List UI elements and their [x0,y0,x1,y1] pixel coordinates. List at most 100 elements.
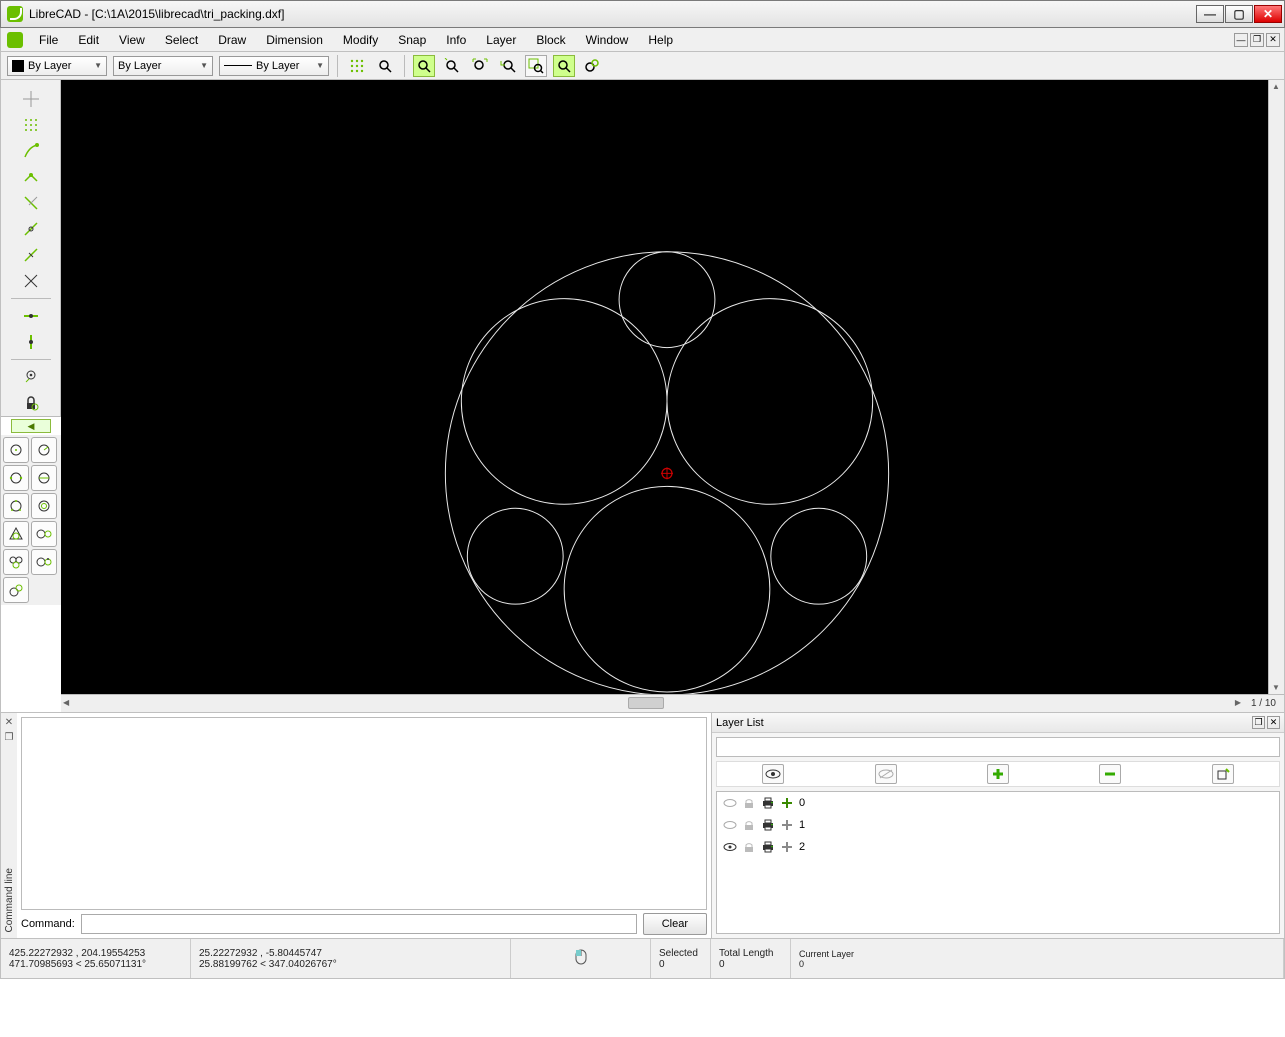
layer-row[interactable]: 0 [717,792,1279,814]
layer-show-all-icon[interactable] [762,764,784,784]
zoom-in-icon[interactable] [413,55,435,77]
set-relative-zero-icon[interactable] [17,364,45,390]
zoom-auto-icon[interactable] [374,55,396,77]
color-combo[interactable]: By Layer ▼ [7,56,107,76]
layer-name: 1 [799,819,805,831]
restrict-vertical-icon[interactable] [17,329,45,355]
menu-file[interactable]: File [29,30,68,50]
circle-center-point-icon[interactable] [3,437,29,463]
menu-modify[interactable]: Modify [333,30,388,50]
menu-draw[interactable]: Draw [208,30,256,50]
maximize-button[interactable]: ▢ [1225,5,1253,23]
drawing-svg [61,80,1268,694]
snap-center-icon[interactable] [17,190,45,216]
menu-edit[interactable]: Edit [68,30,109,50]
menu-info[interactable]: Info [436,30,476,50]
visibility-icon[interactable] [723,796,737,810]
layer-remove-icon[interactable] [1099,764,1121,784]
menu-select[interactable]: Select [155,30,208,50]
command-input[interactable] [81,914,637,934]
menu-snap[interactable]: Snap [388,30,436,50]
linetype-combo[interactable]: By Layer ▼ [219,56,329,76]
snap-on-entity-icon[interactable] [17,164,45,190]
clear-button[interactable]: Clear [643,913,707,935]
zoom-window-icon[interactable] [525,55,547,77]
main-region: ◀ 1 / 10 [0,80,1285,713]
linewidth-combo[interactable]: By Layer ▼ [113,56,213,76]
visibility-icon[interactable] [723,818,737,832]
layer-filter-input[interactable] [716,737,1280,757]
minimize-button[interactable]: — [1196,5,1224,23]
layer-edit-icon[interactable] [1212,764,1234,784]
circle-tan3-icon[interactable] [3,549,29,575]
menu-window[interactable]: Window [576,30,639,50]
layer-panel: Layer List ❐ ✕ 0 [712,713,1284,938]
lock-icon[interactable] [742,818,756,832]
menu-view[interactable]: View [109,30,155,50]
lower-panels: ✕ ❐ Command line Command: Clear Layer Li… [0,713,1285,939]
mdi-restore-button[interactable]: ❐ [1250,33,1264,47]
snap-free-icon[interactable] [17,86,45,112]
construction-icon[interactable] [780,796,794,810]
layer-hide-all-icon[interactable] [875,764,897,784]
layer-buttons [716,761,1280,787]
layer-row[interactable]: 1 [717,814,1279,836]
print-icon[interactable] [761,796,775,810]
snap-grid-icon[interactable] [17,112,45,138]
circle-2point-radius-icon[interactable] [31,465,57,491]
circle-concentric-icon[interactable] [31,493,57,519]
app-menu-icon[interactable] [7,32,23,48]
lock-relative-zero-icon[interactable] [17,390,45,416]
mdi-close-button[interactable]: ✕ [1266,33,1280,47]
drawing-canvas[interactable] [61,80,1268,694]
close-button[interactable]: ✕ [1254,5,1282,23]
print-icon[interactable] [761,818,775,832]
menu-help[interactable]: Help [638,30,683,50]
menu-layer[interactable]: Layer [476,30,526,50]
snap-dist-icon[interactable] [17,242,45,268]
horizontal-scrollbar[interactable] [61,696,1243,712]
circle-inscribed-icon[interactable] [3,521,29,547]
construction-icon[interactable] [780,818,794,832]
zoom-out-icon[interactable] [441,55,463,77]
status-current-layer-label: Current Layer [799,949,1275,959]
command-output[interactable] [21,717,707,910]
menu-dimension[interactable]: Dimension [256,30,333,50]
circle-tan1-2p-icon[interactable] [3,577,29,603]
mdi-minimize-button[interactable]: — [1234,33,1248,47]
layer-list[interactable]: 0 1 2 [716,791,1280,934]
menu-bar: File Edit View Select Draw Dimension Mod… [0,28,1285,52]
construction-icon[interactable] [780,840,794,854]
print-icon[interactable] [761,840,775,854]
status-total-length-label: Total Length [719,948,782,959]
zoom-extents-icon[interactable] [469,55,491,77]
layer-add-icon[interactable] [987,764,1009,784]
circle-tan2-icon[interactable] [31,521,57,547]
zoom-scroll-icon[interactable] [581,55,603,77]
restrict-horizontal-icon[interactable] [17,303,45,329]
scroll-thumb[interactable] [628,697,664,709]
panel-undock-icon[interactable]: ❐ [1252,716,1265,729]
circle-2point-icon[interactable] [3,465,29,491]
panel-close-icon[interactable]: ✕ [1267,716,1280,729]
mdi-controls: — ❐ ✕ [1234,33,1284,47]
circle-center-radius-icon[interactable] [31,437,57,463]
snap-middle-icon[interactable] [17,216,45,242]
panel-close-icon[interactable]: ✕ [5,717,13,728]
menu-block[interactable]: Block [526,30,575,50]
panel-undock-icon[interactable]: ❐ [5,732,14,743]
vertical-scrollbar[interactable] [1268,80,1284,694]
layer-row[interactable]: 2 [717,836,1279,858]
lock-icon[interactable] [742,796,756,810]
visibility-icon[interactable] [723,840,737,854]
zoom-previous-icon[interactable] [497,55,519,77]
lock-icon[interactable] [742,840,756,854]
circle-3point-icon[interactable] [3,493,29,519]
snap-intersection-icon[interactable] [17,268,45,294]
redraw-icon[interactable] [346,55,368,77]
circle-tan2-1p-icon[interactable] [31,549,57,575]
zoom-pan-icon[interactable] [553,55,575,77]
properties-toolbar: By Layer ▼ By Layer ▼ By Layer ▼ [0,52,1285,80]
snap-endpoint-icon[interactable] [17,138,45,164]
cad-toolbar-back-button[interactable]: ◀ [11,419,51,433]
